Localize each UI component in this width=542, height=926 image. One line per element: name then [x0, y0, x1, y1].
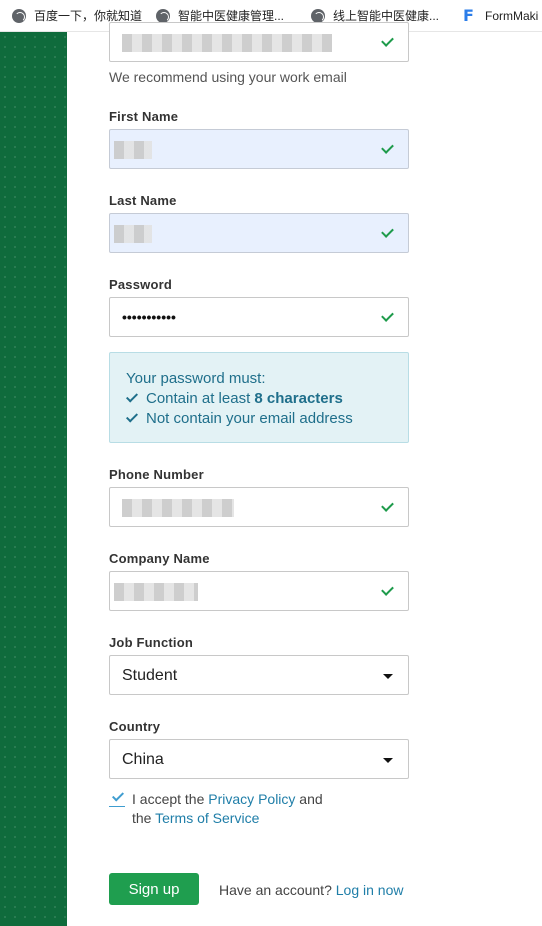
valid-check-icon: [382, 501, 396, 511]
redacted-value: [114, 583, 198, 601]
job-function-label: Job Function: [109, 635, 193, 650]
terms-text: I accept the: [132, 791, 209, 807]
terms-line-1: I accept the Privacy Policy and: [132, 790, 323, 809]
valid-check-icon: [382, 585, 396, 595]
check-icon: [126, 392, 140, 404]
password-requirements: Your password must: Contain at least 8 c…: [109, 352, 409, 443]
side-panel: [0, 32, 67, 926]
country-select[interactable]: China: [109, 739, 409, 779]
phone-field[interactable]: [109, 487, 409, 527]
terms-text: and: [295, 791, 323, 807]
redacted-value: [122, 34, 332, 52]
login-prompt: Have an account? Log in now: [219, 882, 403, 898]
last-name-field[interactable]: [109, 213, 409, 253]
valid-check-icon: [382, 311, 396, 321]
country-label: Country: [109, 719, 161, 734]
first-name-label: First Name: [109, 109, 179, 124]
globe-icon: [311, 8, 325, 23]
check-icon: [126, 412, 140, 424]
redacted-value: [122, 499, 234, 517]
requirement-emphasis: 8 characters: [254, 390, 343, 407]
phone-label: Phone Number: [109, 467, 204, 482]
redacted-value: [114, 225, 152, 243]
password-value: •••••••••••: [122, 309, 176, 325]
last-name-label: Last Name: [109, 193, 177, 208]
login-link[interactable]: Log in now: [336, 882, 404, 898]
caret-down-icon: [383, 758, 393, 763]
terms-of-service-link[interactable]: Terms of Service: [155, 810, 259, 826]
requirement-text: Not contain your email address: [146, 410, 353, 427]
valid-check-icon: [382, 143, 396, 153]
selected-value: China: [122, 751, 164, 768]
globe-icon: [12, 8, 26, 23]
selected-value: Student: [122, 667, 178, 684]
email-field[interactable]: [109, 22, 409, 62]
terms-line-2: the Terms of Service: [132, 809, 259, 828]
globe-icon: [156, 8, 170, 23]
bookmark-formmaker[interactable]: F FormMaki: [463, 5, 539, 25]
valid-check-icon: [382, 36, 396, 46]
formmaker-logo-icon: F: [463, 5, 474, 25]
sign-up-button[interactable]: Sign up: [109, 873, 199, 905]
have-account-text: Have an account?: [219, 882, 336, 898]
requirements-heading: Your password must:: [126, 370, 266, 387]
requirement-length: Contain at least 8 characters: [126, 389, 408, 409]
password-label: Password: [109, 277, 173, 292]
redacted-value: [114, 141, 152, 159]
terms-text: the: [132, 810, 156, 826]
bookmark-label: FormMaki: [485, 8, 539, 23]
password-field[interactable]: •••••••••••: [109, 297, 409, 337]
company-field[interactable]: [109, 571, 409, 611]
valid-check-icon: [382, 227, 396, 237]
job-function-select[interactable]: Student: [109, 655, 409, 695]
terms-checkbox[interactable]: [112, 791, 124, 803]
privacy-policy-link[interactable]: Privacy Policy: [208, 791, 295, 807]
first-name-field[interactable]: [109, 129, 409, 169]
requirement-text: Contain at least: [146, 390, 255, 407]
requirement-no-email: Not contain your email address: [126, 409, 408, 429]
email-hint: We recommend using your work email: [109, 69, 347, 85]
caret-down-icon: [383, 674, 393, 679]
checkbox-underline: [109, 806, 125, 807]
company-label: Company Name: [109, 551, 210, 566]
